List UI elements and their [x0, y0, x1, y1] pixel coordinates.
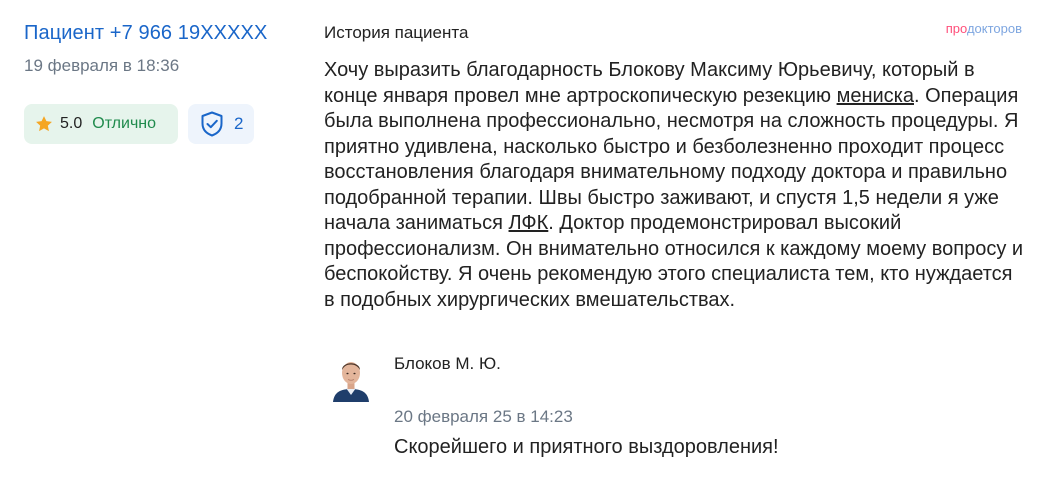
star-icon: [34, 114, 54, 134]
rating-label: Отлично: [92, 115, 157, 132]
shield-check-icon: [200, 111, 224, 137]
verification-badge[interactable]: 2: [188, 104, 254, 144]
brand-logo: продокторов: [946, 21, 1022, 36]
review-date: 19 февраля в 18:36: [24, 56, 180, 75]
rating-badge: 5.0 Отлично: [24, 104, 178, 144]
doctor-name[interactable]: Блоков М. Ю.: [394, 354, 501, 374]
meniscus-link[interactable]: мениска: [837, 85, 914, 107]
verification-count: 2: [234, 114, 244, 133]
reply-date: 20 февраля 25 в 14:23: [394, 407, 573, 426]
patient-name-link[interactable]: Пациент +7 966 19XXXXX: [24, 22, 267, 45]
rating-value: 5.0: [60, 115, 83, 132]
review-text: Хочу выразить благодарность Блокову Макс…: [324, 58, 1024, 313]
doctor-avatar[interactable]: [331, 354, 371, 402]
section-title: История пациента: [324, 23, 469, 42]
lfk-link[interactable]: ЛФК: [509, 212, 549, 234]
reply-text: Скорейшего и приятного выздоровления!: [394, 436, 779, 458]
brand-logo-pro: про: [945, 21, 967, 36]
brand-logo-rest: докторов: [966, 21, 1022, 36]
